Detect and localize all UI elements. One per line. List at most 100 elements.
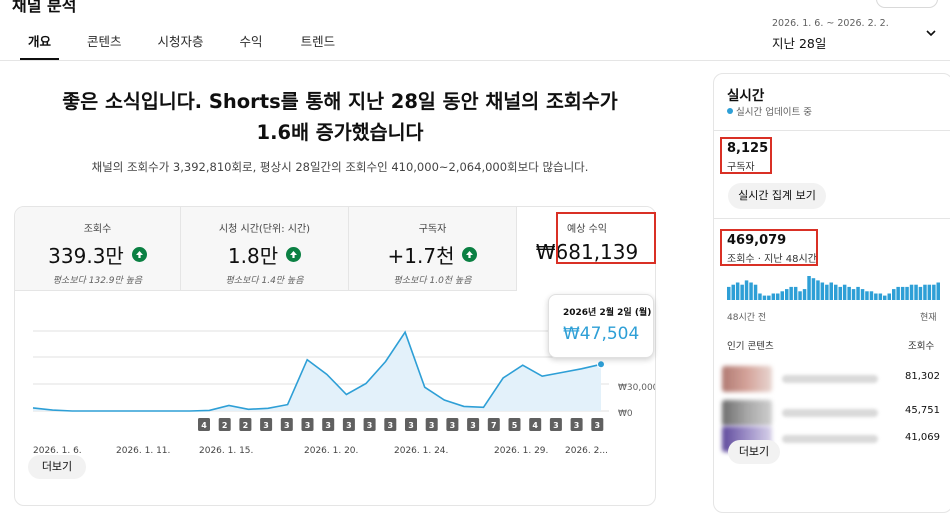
sparkline-bar [829,282,833,300]
sparkline-bar [767,295,771,300]
sparkline-bar [762,295,767,300]
sparkline-bar [936,282,940,300]
realtime-status: 실시간 업데이트 중 [727,104,812,118]
upload-count-label: 3 [263,421,269,430]
content-views: 45,751 [905,405,940,416]
upload-count-label: 3 [595,421,601,430]
tab-divider [0,60,950,61]
sparkline-bar [905,286,909,300]
upload-count-label: 2 [243,421,249,430]
date-range-selector[interactable]: 2026. 1. 6. ~ 2026. 2. 2. 지난 28일 [772,18,889,52]
sparkline-bar [865,291,869,300]
sparkline-bar [825,284,829,300]
sparkline-bar [735,282,740,300]
sparkline-bar [785,289,789,300]
sparkline-bar [744,280,749,300]
realtime-sparkline[interactable] [727,274,941,302]
sparkline-bar [932,284,936,300]
sparkline-bar [923,284,927,300]
content-title-redacted[interactable] [782,409,878,417]
upload-count-label: 3 [408,421,414,430]
x-tick-label: 2026. 1. 24. [394,446,448,456]
x-tick-label: 2026. 1. 20. [304,446,358,456]
insight-headline: 좋은 소식입니다. Shorts를 통해 지난 28일 동안 채널의 조회수가 … [40,86,640,148]
live-dot-icon [727,108,733,114]
upload-count-label: 7 [491,421,497,430]
sparkline-bar [927,284,932,300]
header-action-button[interactable] [876,0,938,8]
sparkline-bar [900,286,905,300]
chart-tooltip: 2026년 2월 2일 (월) ₩47,504 [548,294,654,358]
sparkline-bar [847,286,851,300]
y-tick-label: ₩30,000 [618,383,656,393]
top-content-views-heading: 조회수 [908,341,935,352]
sparkline-bar [731,284,735,300]
sparkline-bar [842,284,847,300]
date-range-period: 지난 28일 [772,36,827,51]
tab-overview[interactable]: 개요 [19,0,60,60]
sparkline-bar [789,286,793,300]
sparkline-bar [834,284,838,300]
sparkline-bar [892,289,896,300]
chart-badges: 4 2 2 3 3 3 3 3 3 3 3 3 3 3 7 5 4 3 3 3 [198,418,604,431]
highlight-box-revenue [556,212,656,264]
x-tick-label: 2026. 1. 11. [116,446,170,456]
sparkline-bar [909,284,914,300]
upload-count-label: 3 [305,421,311,430]
panel-divider [714,218,950,219]
content-title-redacted[interactable] [782,375,878,383]
sparkline-bar [851,289,856,300]
chart-area [33,332,601,411]
sparkline-bar [816,280,820,300]
tab-bar: 개요 콘텐츠 시청자층 수익 트렌드 [18,0,335,60]
insight-subtext: 채널의 조회수가 3,392,810회로, 평상시 28일간의 조회수인 410… [91,160,589,174]
sparkline-bar [753,284,758,300]
tab-audience[interactable]: 시청자층 [158,0,204,60]
sparkline-bar [771,293,776,300]
sparkline-bar [874,293,878,300]
sparkline-bar [860,289,865,300]
sparkline-bar [749,282,753,300]
tab-content[interactable]: 콘텐츠 [87,0,122,60]
realtime-details-button[interactable]: 실시간 집계 보기 [728,183,826,209]
sparkline-bar [727,286,731,300]
realtime-title: 실시간 [727,88,765,104]
sparkline-bar [802,289,807,300]
date-range-text: 2026. 1. 6. ~ 2026. 2. 2. [772,18,889,29]
sparkline-bar [883,295,887,300]
sparkline-bar [807,276,811,300]
see-more-button[interactable]: 더보기 [28,455,86,479]
chevron-down-icon[interactable] [926,28,936,38]
upload-count-label: 3 [553,421,559,430]
content-title-redacted[interactable] [782,435,878,443]
sparkline-bar [838,286,842,300]
panel-divider [714,130,950,131]
content-thumbnail[interactable] [722,366,772,392]
upload-count-label: 3 [574,421,580,430]
sparkline-bar [758,293,762,300]
sparkline-bar [856,286,860,300]
sparkline-bar [793,286,798,300]
upload-count-label: 2 [222,421,228,430]
headline-line-2: 1.6배 증가했습니다 [256,121,424,144]
upload-count-label: 5 [512,421,518,430]
sparkline-bar [878,293,883,300]
upload-count-label: 3 [367,421,373,430]
upload-count-label: 3 [325,421,331,430]
tab-revenue[interactable]: 수익 [240,0,263,60]
sparkline-end-label: 현재 [920,313,937,323]
content-views: 81,302 [905,371,940,382]
content-views: 41,069 [905,432,940,443]
tooltip-value: ₩47,504 [563,324,640,344]
upload-count-label: 3 [284,421,290,430]
upload-count-label: 3 [470,421,476,430]
sparkline-bar [918,286,923,300]
top-content-heading: 인기 콘텐츠 [727,341,774,352]
x-tick-label: 2026. 1. 15. [199,446,253,456]
tab-trends[interactable]: 트렌드 [301,0,336,60]
top-content-more-button[interactable]: 더보기 [728,440,780,464]
sparkline-bar [869,291,874,300]
content-thumbnail[interactable] [722,400,772,426]
sparkline-start-label: 48시간 전 [727,313,767,323]
upload-count-label: 3 [388,421,394,430]
